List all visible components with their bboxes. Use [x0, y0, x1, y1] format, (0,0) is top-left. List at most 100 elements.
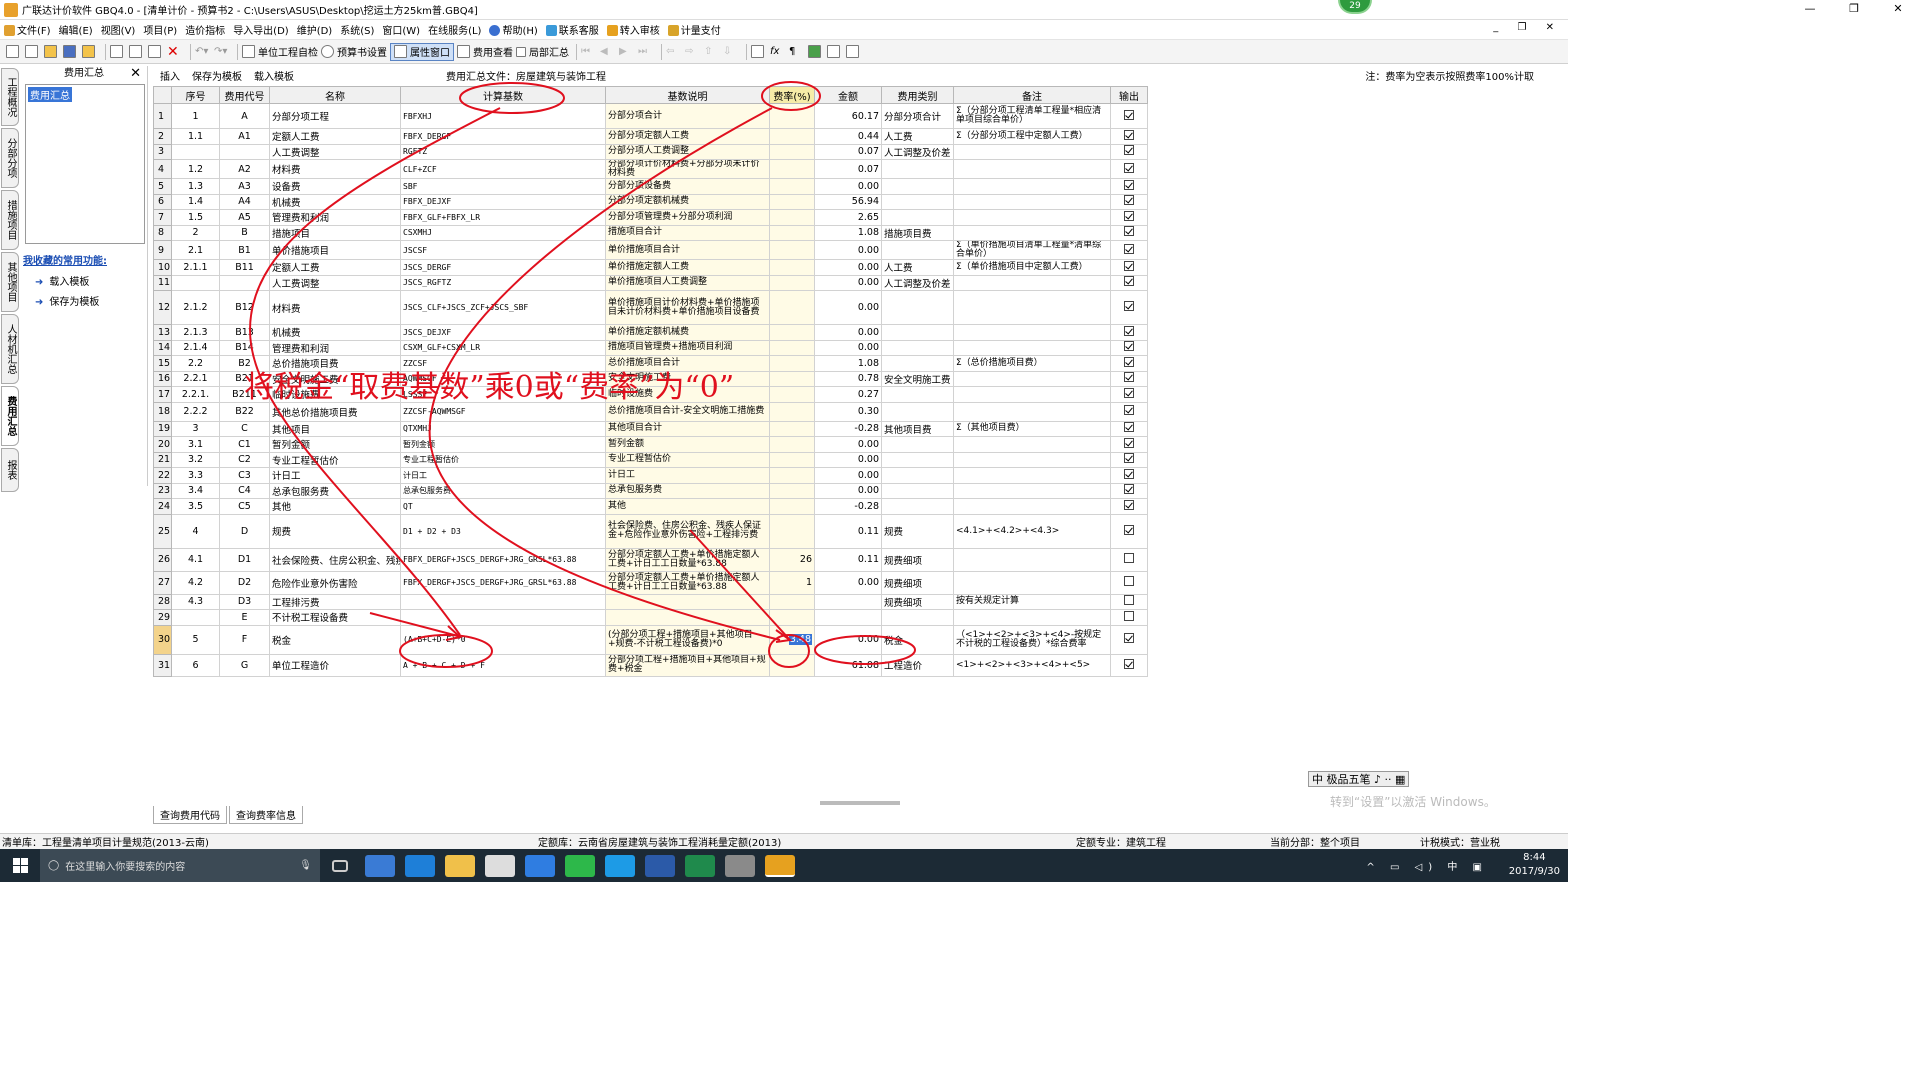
- row-calc-base-cell[interactable]: JSCS_DEJXF: [400, 324, 606, 341]
- row-amount-cell[interactable]: 0.11: [814, 547, 882, 572]
- table-row[interactable]: 3 人工费调整 RGFTZ 分部分项人工费调整 0.07 人工调整及价差: [153, 143, 1148, 160]
- row-name-cell[interactable]: 安全文明施工费: [269, 370, 401, 387]
- row-code-cell[interactable]: B1: [219, 240, 270, 260]
- row-code-cell[interactable]: D: [219, 513, 270, 549]
- row-remark-cell[interactable]: [953, 401, 1111, 422]
- row-output-cell[interactable]: [1110, 370, 1148, 387]
- row-base-desc-cell[interactable]: 安全文明施工费: [605, 370, 770, 387]
- row-seq-cell[interactable]: 4.3: [171, 593, 220, 610]
- table-row[interactable]: 16 2.2.1 B21 安全文明施工费 AQWMSGF 安全文明施工费 0.78 安全文明施…: [153, 370, 1148, 387]
- new-from-template-icon[interactable]: [25, 43, 41, 61]
- table-row[interactable]: 22 3.3 C3 计日工 计日工 计日工 0.00: [153, 467, 1148, 484]
- row-seq-cell[interactable]: 3: [171, 420, 220, 437]
- tab-query-rate-info[interactable]: 查询费率信息: [229, 806, 303, 824]
- row-calc-base-cell[interactable]: FBFX_DERGF: [400, 128, 606, 145]
- row-remark-cell[interactable]: Σ（其他项目费）: [953, 420, 1111, 437]
- table-row[interactable]: 9 2.1 B1 单价措施项目 JSCSF 单价措施项目合计 0.00 Σ（单价措施项目清单工…: [153, 240, 1148, 260]
- output-checkbox[interactable]: [1124, 658, 1134, 669]
- output-checkbox[interactable]: [1124, 243, 1134, 254]
- table-row[interactable]: 23 3.4 C4 总承包服务费 总承包服务费 总承包服务费 0.00: [153, 482, 1148, 499]
- row-base-desc-cell[interactable]: 专业工程暂估价: [605, 451, 770, 468]
- output-checkbox[interactable]: [1124, 276, 1134, 287]
- row-output-cell[interactable]: [1110, 339, 1148, 356]
- row-remark-cell[interactable]: [953, 209, 1111, 226]
- table-row[interactable]: 7 1.5 A5 管理费和利润 FBFX_GLF+FBFX_LR 分部分项管理费+分部分项…: [153, 209, 1148, 226]
- table-row[interactable]: 2 1.1 A1 定额人工费 FBFX_DERGF 分部分项定额人工费 0.44 人工费 Σ（分…: [153, 128, 1148, 145]
- row-output-cell[interactable]: [1110, 274, 1148, 291]
- table-row[interactable]: 28 4.3 D3 工程排污费 规费细项 按有关规定计算: [153, 593, 1148, 610]
- row-amount-cell[interactable]: [814, 609, 882, 626]
- row-category-cell[interactable]: [881, 290, 954, 325]
- row-amount-cell[interactable]: 0.27: [814, 386, 882, 403]
- table-row[interactable]: 26 4.1 D1 社会保险费、住房公积金、残疾人保证金FBFX_DERGF+JSCS…: [153, 547, 1148, 572]
- book-icon[interactable]: [808, 43, 824, 61]
- save-icon[interactable]: [63, 43, 79, 61]
- budget-settings-button[interactable]: 预算书设置: [321, 43, 387, 61]
- row-base-desc-cell[interactable]: 分部分项定额人工费+单价措施定额人工费+计日工工日数量*63.88: [605, 570, 770, 595]
- store-icon[interactable]: [485, 854, 515, 877]
- cut-icon[interactable]: [110, 43, 126, 61]
- output-checkbox[interactable]: [1124, 210, 1134, 221]
- fav-save-template[interactable]: ➜ 保存为模板: [35, 293, 147, 308]
- row-output-cell[interactable]: [1110, 593, 1148, 610]
- tab-sub-items[interactable]: 分部分项: [1, 128, 19, 188]
- row-seq-cell[interactable]: 2.2.1.: [171, 386, 220, 403]
- table-row[interactable]: 12 2.1.2 B12 材料费 JSCS_CLF+JSCS_ZCF+JSCS_SBF 单…: [153, 290, 1148, 325]
- tab-project-overview[interactable]: 工程概况: [1, 68, 19, 126]
- system-tray[interactable]: ^ ▭ ◁) 中 ▣: [1366, 858, 1488, 873]
- row-output-cell[interactable]: [1110, 224, 1148, 241]
- row-output-cell[interactable]: [1110, 420, 1148, 437]
- row-rate-cell[interactable]: [769, 324, 815, 341]
- word-icon[interactable]: [645, 854, 675, 877]
- row-seq-cell[interactable]: 1.4: [171, 193, 220, 210]
- row-output-cell[interactable]: [1110, 570, 1148, 595]
- row-rate-cell[interactable]: [769, 339, 815, 356]
- formula-icon[interactable]: fx: [770, 43, 786, 61]
- row-name-cell[interactable]: 临时设施费: [269, 386, 401, 403]
- row-category-cell[interactable]: [881, 178, 954, 195]
- app-pinwheel-icon[interactable]: [365, 854, 395, 877]
- row-base-desc-cell[interactable]: 分部分项定额人工费+单价措施定额人工费+计日工工日数量*63.88: [605, 547, 770, 572]
- row-category-cell[interactable]: 规费细项: [881, 547, 954, 572]
- new-icon[interactable]: [6, 43, 22, 61]
- row-calc-base-cell[interactable]: CLF+ZCF: [400, 159, 606, 179]
- row-calc-base-cell[interactable]: FBFX_GLF+FBFX_LR: [400, 209, 606, 226]
- table-row[interactable]: 14 2.1.4 B14 管理费和利润 CSXM_GLF+CSXM_LR 措施项目管理费+…: [153, 339, 1148, 356]
- first-icon[interactable]: ⏮: [581, 43, 597, 61]
- row-remark-cell[interactable]: [953, 482, 1111, 499]
- row-category-cell[interactable]: [881, 193, 954, 210]
- row-code-cell[interactable]: B21: [219, 370, 270, 387]
- undo-icon[interactable]: ↶▾: [195, 43, 211, 61]
- row-seq-cell[interactable]: [171, 143, 220, 160]
- file-explorer-icon[interactable]: [445, 854, 475, 877]
- row-code-cell[interactable]: C3: [219, 467, 270, 484]
- row-category-cell[interactable]: 人工调整及价差: [881, 143, 954, 160]
- col-output[interactable]: 输出: [1110, 86, 1148, 104]
- row-code-cell[interactable]: G: [219, 653, 270, 677]
- task-view-icon[interactable]: [332, 859, 348, 872]
- row-name-cell[interactable]: 其他项目: [269, 420, 401, 437]
- output-checkbox[interactable]: [1124, 576, 1134, 586]
- row-code-cell[interactable]: B14: [219, 339, 270, 356]
- row-rate-cell[interactable]: [769, 274, 815, 291]
- row-seq-cell[interactable]: 2.1: [171, 240, 220, 260]
- row-base-desc-cell[interactable]: 临时设施费: [605, 386, 770, 403]
- menu-maintain[interactable]: 维护(D): [293, 22, 337, 37]
- table-row[interactable]: 21 3.2 C2 专业工程暂估价 专业工程暂估价 专业工程暂估价 0.00: [153, 451, 1148, 468]
- row-remark-cell[interactable]: Σ（单价措施项目中定额人工费）: [953, 259, 1111, 276]
- table-row[interactable]: 5 1.3 A3 设备费 SBF 分部分项设备费 0.00: [153, 178, 1148, 195]
- close-button[interactable]: ✕: [1876, 0, 1920, 18]
- output-checkbox[interactable]: [1124, 499, 1134, 510]
- next-icon[interactable]: ▶: [619, 43, 635, 61]
- row-remark-cell[interactable]: [953, 224, 1111, 241]
- row-seq-cell[interactable]: 2.2: [171, 355, 220, 372]
- row-remark-cell[interactable]: [953, 339, 1111, 356]
- row-category-cell[interactable]: 工程造价: [881, 653, 954, 677]
- row-name-cell[interactable]: 定额人工费: [269, 259, 401, 276]
- calculator-icon[interactable]: [751, 43, 767, 61]
- row-category-cell[interactable]: 人工费: [881, 259, 954, 276]
- row-name-cell[interactable]: 税金: [269, 624, 401, 655]
- browser-g-icon[interactable]: [525, 854, 555, 877]
- row-category-cell[interactable]: 人工调整及价差: [881, 274, 954, 291]
- row-amount-cell[interactable]: 0.00: [814, 451, 882, 468]
